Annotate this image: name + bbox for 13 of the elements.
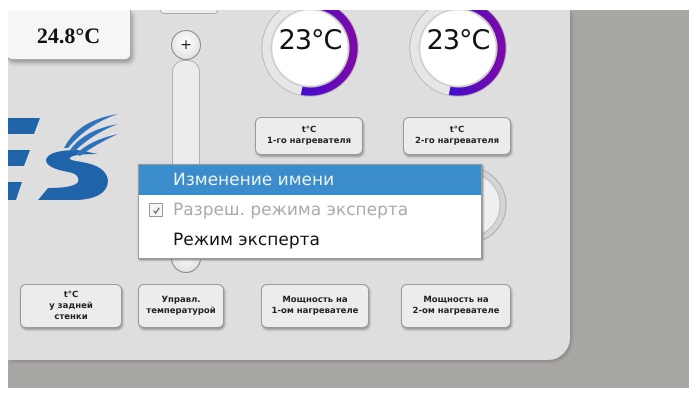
gauge-reading: 23°C [426, 26, 490, 56]
menu-item[interactable]: Режим эксперта [139, 225, 481, 255]
check-icon [152, 206, 160, 214]
slider-cap [160, 10, 218, 14]
gauge-label-button[interactable]: t°C 1-го нагревателя [255, 117, 363, 155]
temperature-reading: 24.8°C [36, 23, 100, 49]
panel-button[interactable]: Мощность на 2-ом нагревателе [401, 284, 511, 328]
panel-button[interactable]: t°C у задней стенки [20, 284, 122, 328]
plus-button[interactable]: + [171, 30, 201, 60]
panel-button[interactable]: Мощность на 1-ом нагревателе [261, 284, 369, 328]
gauge-label-button[interactable]: t°C 2-го нагревателя [403, 117, 511, 155]
gauge-reading: 23°C [278, 26, 342, 56]
panel-button[interactable]: Управл. температурой [138, 284, 224, 328]
